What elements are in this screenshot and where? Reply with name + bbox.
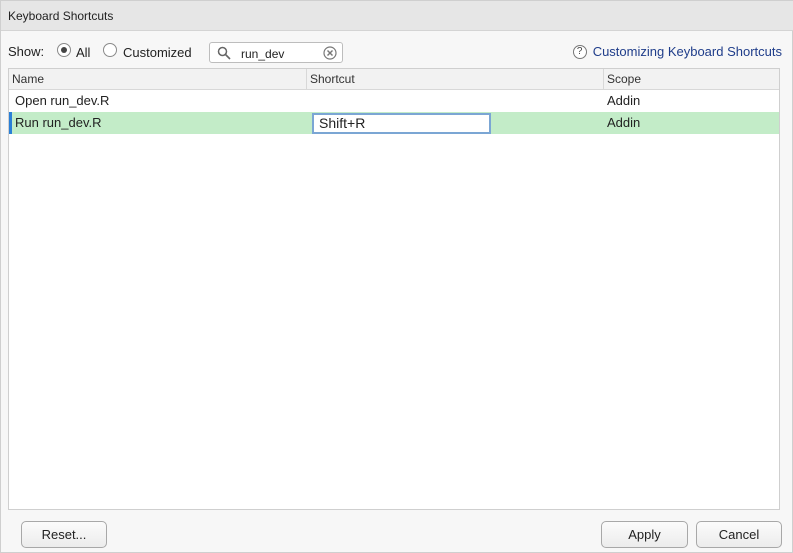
filter-toolbar: Show: All Customized run_dev ? Customizi… (1, 31, 793, 69)
shortcuts-table: Name Shortcut Scope Open run_dev.R Addin… (8, 68, 780, 510)
table-row[interactable]: Open run_dev.R Addin (9, 90, 779, 112)
help-link-label[interactable]: Customizing Keyboard Shortcuts (593, 44, 782, 59)
filter-customized-label[interactable]: Customized (123, 45, 192, 60)
search-icon (217, 46, 231, 60)
cancel-button[interactable]: Cancel (696, 521, 782, 548)
search-value[interactable]: run_dev (241, 47, 284, 61)
shortcut-input[interactable]: Shift+R (312, 113, 491, 134)
row-name: Run run_dev.R (15, 115, 102, 130)
apply-button[interactable]: Apply (601, 521, 688, 548)
column-header-scope[interactable]: Scope (603, 69, 779, 90)
filter-all-radio[interactable] (57, 43, 71, 57)
table-row-selected[interactable]: Run run_dev.R Shift+R Addin (9, 112, 779, 134)
filter-customized-radio[interactable] (103, 43, 117, 57)
column-header-name[interactable]: Name (9, 69, 306, 90)
filter-all-label[interactable]: All (76, 45, 90, 60)
show-label: Show: (8, 44, 45, 59)
row-scope: Addin (607, 115, 641, 130)
dialog-title: Keyboard Shortcuts (1, 1, 793, 31)
table-header: Name Shortcut Scope (9, 69, 779, 90)
column-header-shortcut[interactable]: Shortcut (306, 69, 603, 90)
row-name: Open run_dev.R (15, 93, 110, 108)
clear-search-icon[interactable] (323, 46, 337, 60)
help-link[interactable]: ? Customizing Keyboard Shortcuts (572, 44, 782, 59)
keyboard-shortcuts-dialog: Keyboard Shortcuts Show: All Customized … (0, 0, 793, 553)
search-input[interactable]: run_dev (209, 42, 343, 63)
reset-button[interactable]: Reset... (21, 521, 107, 548)
help-icon: ? (572, 44, 587, 59)
row-scope: Addin (607, 93, 641, 108)
